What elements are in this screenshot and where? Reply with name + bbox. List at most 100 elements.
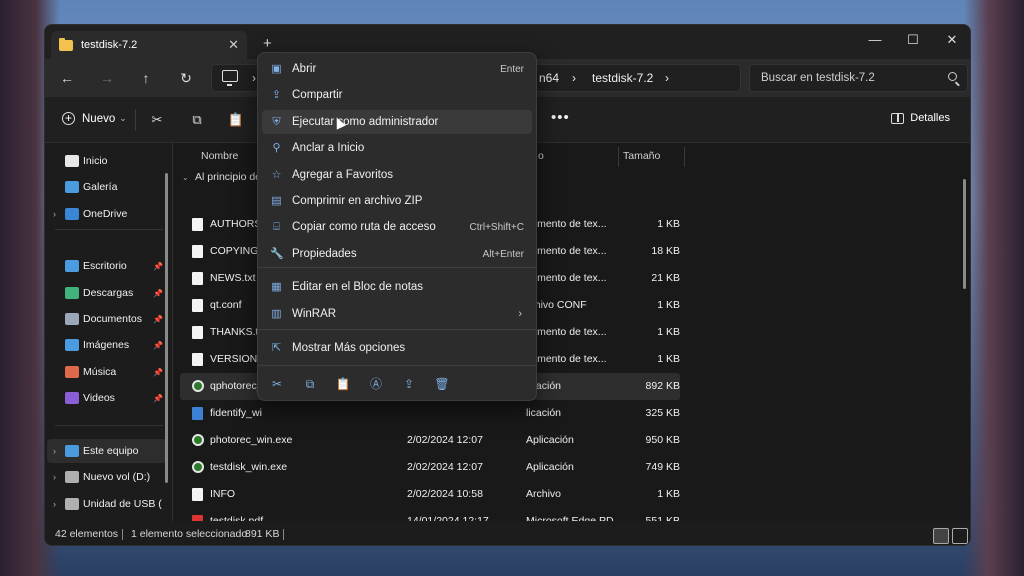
details-pane-icon bbox=[891, 112, 905, 124]
details-label: Detalles bbox=[910, 112, 950, 124]
refresh-button[interactable]: ↻ bbox=[174, 67, 198, 89]
new-button[interactable]: + Nuevo ⌄ bbox=[62, 112, 127, 125]
column-header-type[interactable]: o bbox=[538, 143, 544, 169]
file-size: 1 KB bbox=[657, 353, 680, 365]
group-header[interactable]: ⌄ Al principio de bbox=[182, 171, 261, 183]
menu-divider bbox=[258, 267, 536, 268]
scrollbar[interactable] bbox=[963, 179, 966, 289]
group-label: Al principio de bbox=[195, 171, 261, 183]
forward-button[interactable]: → bbox=[95, 67, 119, 89]
sidebar-item-m-sica[interactable]: Música 📌 bbox=[47, 360, 167, 384]
file-row[interactable]: testdisk_win.exe 2/02/2024 12:07 Aplicació… bbox=[180, 454, 680, 481]
photorec-app-icon bbox=[192, 434, 204, 446]
photorec-app-icon bbox=[192, 380, 204, 392]
wrench-icon: 🔧 bbox=[270, 247, 284, 260]
up-button[interactable]: ↑ bbox=[134, 67, 158, 89]
file-size: 1 KB bbox=[657, 488, 680, 500]
sidebar-item-descargas[interactable]: Descargas 📌 bbox=[47, 281, 167, 305]
sidebar-item-nuevo-vol-d[interactable]: › Nuevo vol (D:) bbox=[47, 465, 167, 489]
share-icon[interactable]: ⇪ bbox=[400, 375, 418, 393]
background-rock-right bbox=[964, 0, 1024, 576]
menu-item-winrar[interactable]: ▥ WinRAR › bbox=[262, 302, 532, 326]
file-date: 2/02/2024 12:07 bbox=[407, 434, 483, 446]
breadcrumb-separator[interactable]: › bbox=[665, 71, 669, 85]
sidebar-item-documentos[interactable]: Documentos 📌 bbox=[47, 307, 167, 331]
sidebar-item-este-equipo[interactable]: › Este equipo bbox=[47, 439, 167, 463]
context-menu: ✂ ⧉ 📋 Ⓐ ⇪ 🗑 ▣ Abrir Enter ⇪ Compartir ⛨ Ejecutar co… bbox=[257, 52, 537, 401]
column-header-name[interactable]: Nombre bbox=[201, 143, 238, 169]
breadcrumb-separator[interactable]: › bbox=[572, 71, 576, 85]
breadcrumb-separator[interactable]: › bbox=[252, 71, 256, 85]
toolbar-divider bbox=[135, 109, 136, 131]
new-tab-button[interactable]: + bbox=[263, 35, 272, 52]
menu-item-label: Ejecutar como administrador bbox=[292, 116, 439, 128]
file-date: 2/02/2024 12:07 bbox=[407, 461, 483, 473]
copy-icon[interactable]: ⧉ bbox=[301, 375, 319, 393]
maximize-button[interactable]: ☐ bbox=[893, 29, 933, 51]
sidebar-item-inicio[interactable]: Inicio bbox=[47, 149, 167, 173]
menu-item-propiedades[interactable]: 🔧 Propiedades Alt+Enter bbox=[262, 242, 532, 266]
menu-item-label: Anclar a Inicio bbox=[292, 142, 365, 154]
chevron-right-icon[interactable]: › bbox=[53, 446, 65, 456]
menu-item-abrir[interactable]: ▣ Abrir Enter bbox=[262, 57, 532, 81]
text-file-icon bbox=[192, 299, 203, 312]
sidebar-item-escritorio[interactable]: Escritorio 📌 bbox=[47, 254, 167, 278]
menu-item-agregar-a-favoritos[interactable]: ☆ Agregar a Favoritos bbox=[262, 163, 532, 187]
tab-close-icon[interactable]: ✕ bbox=[228, 37, 239, 53]
menu-item-label: Abrir bbox=[292, 63, 317, 75]
chevron-right-icon[interactable]: › bbox=[53, 472, 65, 482]
details-button[interactable]: Detalles bbox=[891, 112, 950, 124]
menu-item-editar-en-el-bloc-de-notas[interactable]: ▦ Editar en el Bloc de notas bbox=[262, 275, 532, 299]
pin-icon: ⚲ bbox=[272, 141, 281, 154]
sidebar-item-videos[interactable]: Videos 📌 bbox=[47, 386, 167, 410]
close-button[interactable]: ✕ bbox=[932, 29, 970, 51]
sidebar-item-label: Música bbox=[83, 366, 117, 378]
breadcrumb-current[interactable]: testdisk-7.2 bbox=[592, 71, 653, 85]
more-options-button[interactable]: ••• bbox=[551, 109, 570, 126]
text-file-icon bbox=[192, 353, 203, 366]
search-input[interactable]: Buscar en testdisk-7.2 bbox=[749, 64, 968, 92]
file-row[interactable]: fidentify_wi licación 325 KB bbox=[180, 400, 680, 427]
menu-item-anclar-a-inicio[interactable]: ⚲ Anclar a Inicio bbox=[262, 136, 532, 160]
paste-icon[interactable]: 📋 bbox=[226, 110, 246, 130]
menu-item-copiar-como-ruta-de-acceso[interactable]: ⌸ Copiar como ruta de acceso Ctrl+Shift+C bbox=[262, 215, 532, 239]
usb-drive-icon bbox=[65, 498, 79, 510]
tiles-view-button[interactable] bbox=[952, 528, 968, 544]
sidebar-scrollbar[interactable] bbox=[165, 173, 168, 483]
rename-icon[interactable]: Ⓐ bbox=[367, 375, 385, 393]
chevron-right-icon[interactable]: › bbox=[53, 499, 65, 509]
desktop-icon bbox=[65, 260, 79, 272]
new-label: Nuevo bbox=[82, 112, 116, 125]
file-name: INFO bbox=[210, 488, 236, 500]
details-view-button[interactable] bbox=[933, 528, 949, 544]
menu-item-comprimir-en-archivo-zip[interactable]: ▤ Comprimir en archivo ZIP bbox=[262, 189, 532, 213]
sidebar-item-unidad-de-usb[interactable]: › Unidad de USB ( bbox=[47, 492, 167, 516]
pin-icon: 📌 bbox=[153, 314, 163, 324]
menu-item-ejecutar-como-administrador[interactable]: ⛨ Ejecutar como administrador bbox=[262, 110, 532, 134]
text-file-icon bbox=[192, 218, 203, 231]
breadcrumb-item[interactable]: n64 bbox=[539, 71, 559, 85]
column-header-size[interactable]: Tamaño bbox=[623, 143, 660, 169]
copy-icon[interactable]: ⧉ bbox=[187, 110, 207, 130]
sidebar-item-onedrive[interactable]: › OneDrive bbox=[47, 202, 167, 226]
menu-item-mostrar-m-s-opciones[interactable]: ⇱ Mostrar Más opciones bbox=[262, 336, 532, 360]
file-row[interactable]: photorec_win.exe 2/02/2024 12:07 Aplicació… bbox=[180, 427, 680, 454]
navigation-pane: Inicio Galería › OneDrive Escritorio 📌 Descarg… bbox=[45, 143, 173, 521]
back-button[interactable]: ← bbox=[55, 67, 79, 89]
delete-icon[interactable]: 🗑 bbox=[433, 375, 451, 393]
file-row[interactable]: INFO 2/02/2024 10:58 Archivo 1 KB bbox=[180, 481, 680, 508]
chevron-right-icon[interactable]: › bbox=[53, 209, 65, 219]
pin-icon: 📌 bbox=[153, 288, 163, 298]
sidebar-item-galer-a[interactable]: Galería bbox=[47, 175, 167, 199]
minimize-button[interactable]: — bbox=[855, 29, 895, 51]
sidebar-item-label: Imágenes bbox=[83, 339, 130, 351]
tab-testdisk[interactable]: testdisk-7.2 ✕ bbox=[51, 31, 247, 59]
cut-icon[interactable]: ✂ bbox=[268, 375, 286, 393]
scissors-icon[interactable]: ✂ bbox=[147, 110, 167, 130]
sidebar-item-im-genes[interactable]: Imágenes 📌 bbox=[47, 333, 167, 357]
menu-item-compartir[interactable]: ⇪ Compartir bbox=[262, 83, 532, 107]
more-options-icon: ⇱ bbox=[271, 341, 282, 354]
menu-item-label: Editar en el Bloc de notas bbox=[292, 281, 424, 293]
menu-item-shortcut: Ctrl+Shift+C bbox=[469, 221, 524, 233]
paste-icon[interactable]: 📋 bbox=[334, 375, 352, 393]
